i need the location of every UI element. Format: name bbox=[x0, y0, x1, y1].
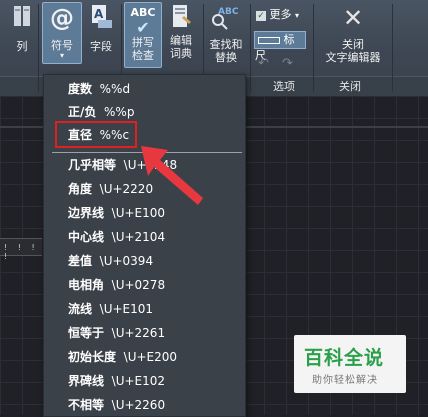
menu-item-code: \U+0394 bbox=[99, 254, 154, 268]
checkmark-icon: ✔ bbox=[136, 18, 150, 37]
menu-item-code: \U+2261 bbox=[111, 326, 166, 340]
menu-item-label: 流线 bbox=[68, 302, 93, 316]
watermark-subtitle: 助你轻松解决 bbox=[312, 375, 378, 386]
close-label-1: 关闭 bbox=[342, 38, 364, 51]
ribbon-divider bbox=[250, 4, 251, 92]
group-label-options: 选项 bbox=[273, 80, 295, 93]
menu-item-label: 度数 bbox=[68, 82, 93, 96]
dictionary-icon bbox=[173, 5, 191, 27]
field-label: 字段 bbox=[90, 40, 112, 53]
menu-item-almost-equal[interactable]: 几乎相等 \U+2248 bbox=[68, 155, 177, 175]
spellcheck-label-2: 检查 bbox=[132, 49, 154, 62]
close-icon: ✕ bbox=[342, 4, 364, 32]
redo-button[interactable]: ↷ bbox=[282, 56, 293, 71]
ruler-icon bbox=[258, 36, 280, 44]
edit-dictionary-button[interactable]: 编辑 词典 bbox=[164, 2, 198, 60]
ruler-ticks: ! ! ! ! bbox=[4, 243, 39, 261]
menu-separator bbox=[52, 152, 242, 153]
redo-icon: ↷ bbox=[282, 56, 293, 71]
menu-item-angle[interactable]: 角度 \U+2220 bbox=[68, 179, 153, 199]
chevron-down-icon: ▾ bbox=[59, 51, 64, 60]
magnifier-icon bbox=[212, 14, 228, 30]
dictionary-label-1: 编辑 bbox=[170, 34, 192, 47]
menu-item-label: 几乎相等 bbox=[68, 158, 117, 172]
dictionary-label-2: 词典 bbox=[170, 47, 192, 60]
menu-item-code: \U+2104 bbox=[111, 230, 166, 244]
highlight-box bbox=[55, 121, 137, 148]
menu-item-flow-line[interactable]: 流线 \U+E101 bbox=[68, 299, 153, 319]
field-icon: A bbox=[92, 5, 112, 28]
menu-item-label: 差值 bbox=[68, 254, 93, 268]
columns-icon bbox=[14, 6, 30, 26]
menu-item-center-line[interactable]: 中心线 \U+2104 bbox=[68, 227, 165, 247]
chevron-down-icon: ▾ bbox=[295, 11, 300, 20]
menu-item-code: \U+E102 bbox=[111, 374, 166, 388]
find-replace-icon: ABC bbox=[206, 2, 246, 32]
spellcheck-label-1: 拼写 bbox=[132, 36, 154, 49]
menu-item-label: 界碑线 bbox=[68, 374, 105, 388]
spellcheck-button[interactable]: ABC ✔ 拼写 检查 bbox=[124, 2, 162, 68]
more-dropdown[interactable]: ✓ 更多 ▾ bbox=[256, 6, 299, 22]
more-label: 更多 bbox=[269, 8, 292, 21]
watermark-title: 百科全说 bbox=[304, 347, 385, 369]
menu-item-code: %%p bbox=[104, 105, 135, 119]
ruler-toggle[interactable]: 标尺 bbox=[254, 31, 306, 62]
menu-item-label: 不相等 bbox=[68, 398, 105, 412]
menu-item-boundary-line[interactable]: 边界线 \U+E100 bbox=[68, 203, 165, 223]
close-text-editor-button[interactable]: ✕ 关闭 文字编辑器 bbox=[320, 2, 386, 64]
menu-item-not-equal[interactable]: 不相等 \U+2260 bbox=[68, 395, 165, 415]
menu-item-code: \U+E200 bbox=[123, 350, 178, 364]
menu-item-label: 角度 bbox=[68, 182, 93, 196]
at-symbol-icon: @ bbox=[50, 4, 74, 32]
menu-item-identity[interactable]: 恒等于 \U+2261 bbox=[68, 323, 165, 343]
checkbox-icon: ✓ bbox=[256, 11, 266, 21]
menu-item-electrical-angle[interactable]: 电相角 \U+0278 bbox=[68, 275, 165, 295]
undo-button[interactable]: ↶ bbox=[258, 56, 269, 71]
menu-item-delta[interactable]: 差值 \U+0394 bbox=[68, 251, 153, 271]
menu-item-code: \U+0278 bbox=[111, 278, 166, 292]
menu-item-monument-line[interactable]: 界碑线 \U+E102 bbox=[68, 371, 165, 391]
menu-item-code: \U+2260 bbox=[111, 398, 166, 412]
find-replace-label-1: 查找和 bbox=[209, 38, 243, 51]
menu-item-label: 恒等于 bbox=[68, 326, 105, 340]
watermark-logo: 百科全说 助你轻松解决 bbox=[294, 335, 406, 393]
ribbon-divider bbox=[38, 4, 39, 92]
menu-item-label: 初始长度 bbox=[68, 350, 117, 364]
menu-item-code: \U+2248 bbox=[123, 158, 178, 172]
field-button[interactable]: A 字段 bbox=[84, 2, 118, 53]
menu-item-code: %%d bbox=[99, 82, 131, 96]
ribbon-divider bbox=[392, 4, 393, 92]
menu-item-label: 中心线 bbox=[68, 230, 105, 244]
menu-item-code: \U+E101 bbox=[99, 302, 154, 316]
menu-item-label: 电相角 bbox=[68, 278, 105, 292]
ribbon-divider bbox=[313, 4, 314, 92]
columns-label: 列 bbox=[16, 40, 28, 53]
group-label-close: 关闭 bbox=[339, 80, 361, 93]
menu-item-code: \U+E100 bbox=[111, 206, 166, 220]
menu-item-code: \U+2220 bbox=[99, 182, 154, 196]
find-replace-label-2: 替换 bbox=[215, 51, 237, 64]
menu-item-label: 正/负 bbox=[68, 105, 97, 119]
menu-item-plus-minus[interactable]: 正/负 %%p bbox=[68, 102, 134, 122]
find-replace-button[interactable]: ABC 查找和 替换 bbox=[206, 2, 246, 64]
menu-item-label: 边界线 bbox=[68, 206, 105, 220]
text-ruler[interactable]: ! ! ! ! bbox=[0, 238, 42, 261]
symbol-button[interactable]: @ 符号 ▾ bbox=[42, 2, 82, 64]
symbol-dropdown-menu: 度数 %%d 正/负 %%p 直径 %%c 几乎相等 \U+2248 角度 \U… bbox=[43, 74, 246, 417]
columns-button[interactable]: 列 bbox=[8, 2, 36, 53]
menu-item-initial-length[interactable]: 初始长度 \U+E200 bbox=[68, 347, 177, 367]
undo-icon: ↶ bbox=[258, 56, 269, 71]
menu-item-degree[interactable]: 度数 %%d bbox=[68, 79, 130, 99]
close-label-2: 文字编辑器 bbox=[325, 51, 381, 64]
svg-text:A: A bbox=[94, 7, 104, 21]
